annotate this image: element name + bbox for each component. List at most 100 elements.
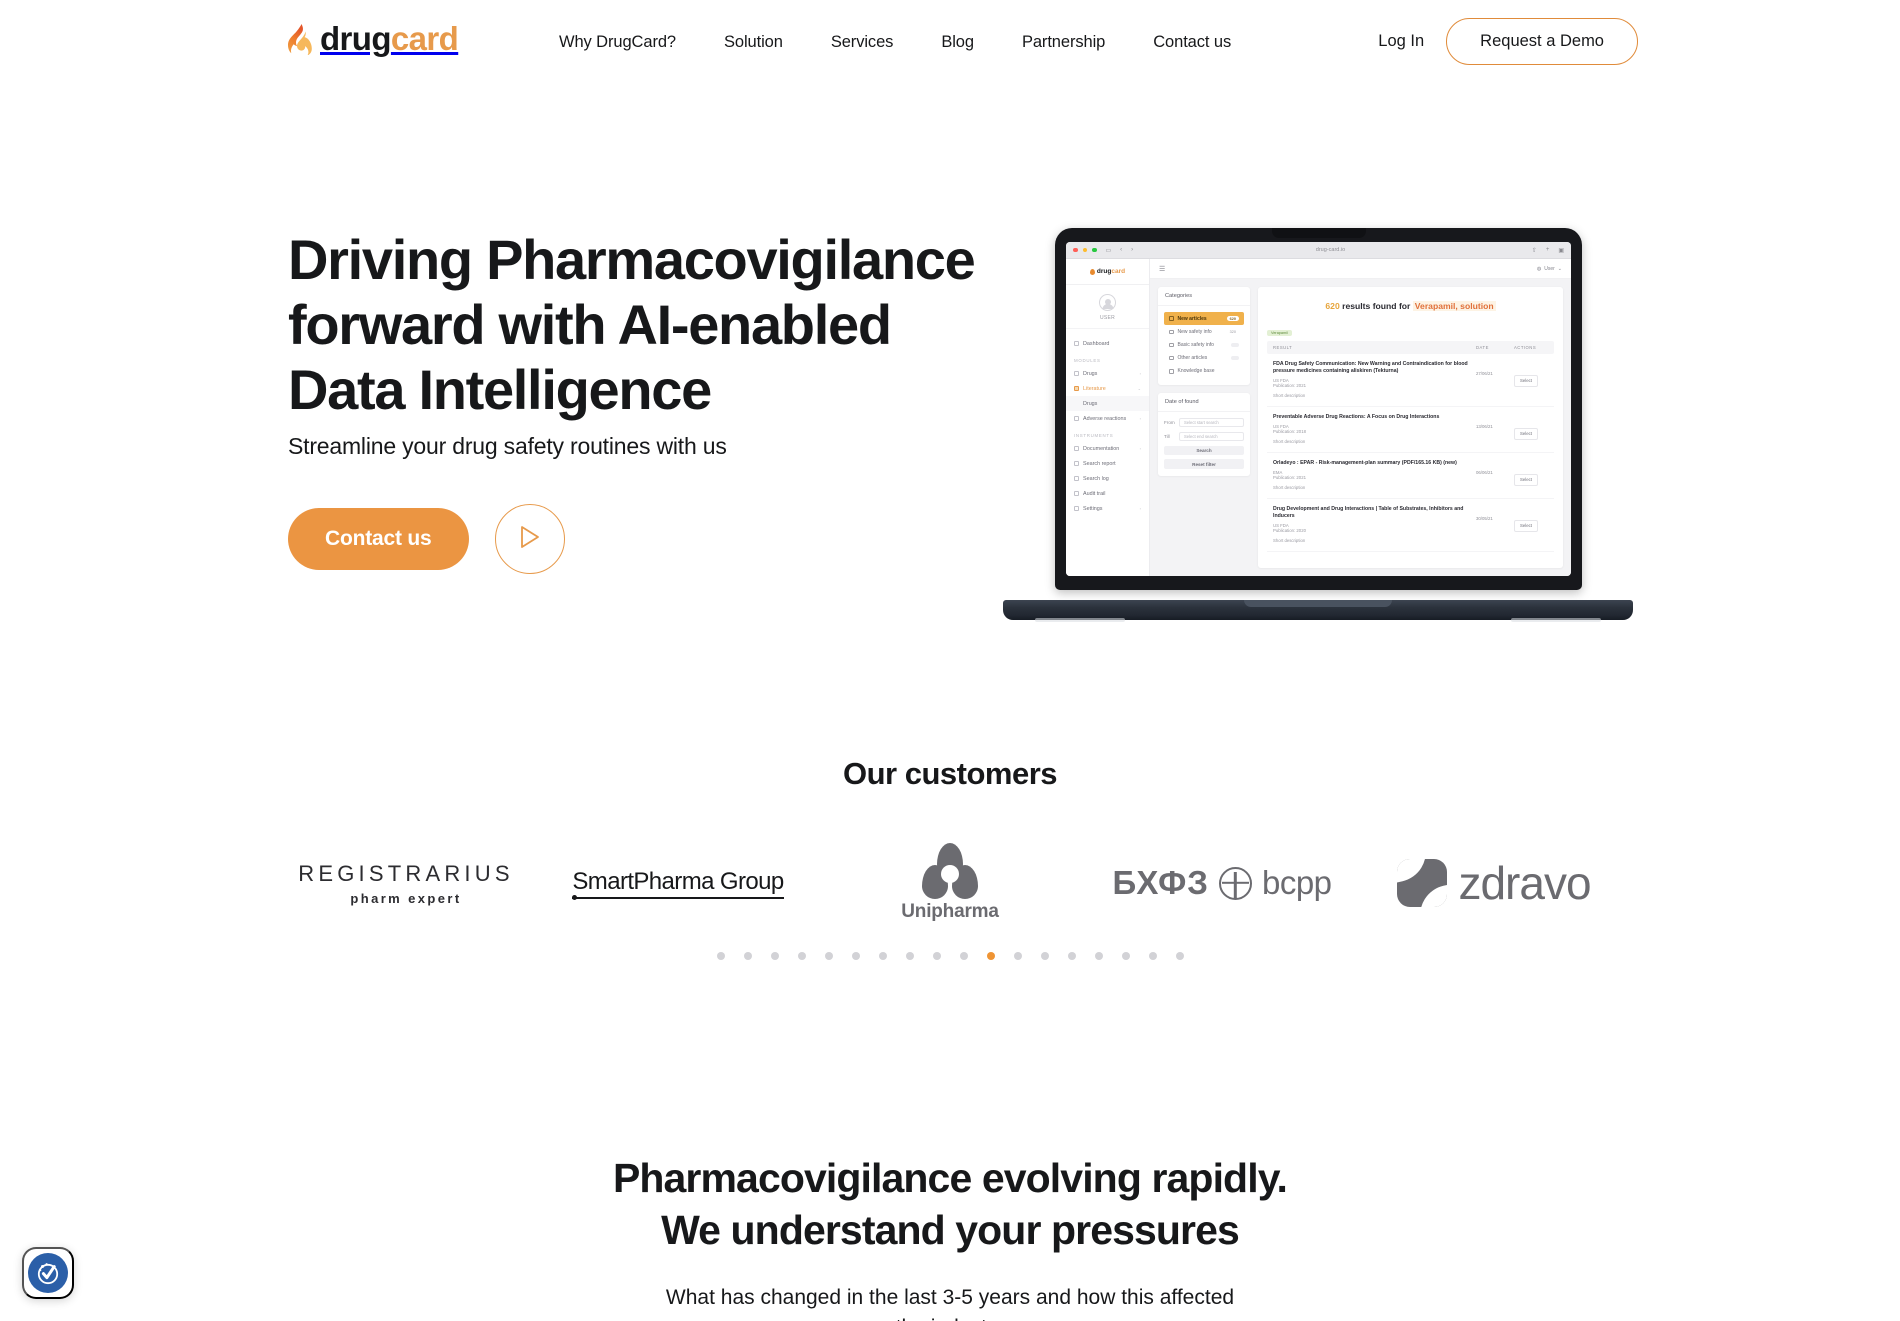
customer-logo-registrarius[interactable]: REGISTRARIUS pharm expert [270,838,542,928]
hero-contact-us-button[interactable]: Contact us [288,507,469,570]
sidebar-toggle-icon[interactable]: ▭ [1106,247,1112,254]
sidebar-item-documentation[interactable]: Documentation › [1066,441,1149,456]
carousel-dot[interactable] [851,952,860,960]
search-button[interactable]: Search [1164,445,1244,456]
chevron-right-icon: › [1139,371,1141,376]
customer-logo-bcpp[interactable]: БХФЗ bcpp [1086,838,1358,928]
result-title[interactable]: Preventable Adverse Drug Reactions: A Fo… [1273,414,1476,421]
customers-section: Our customers REGISTRARIUS pharm expert … [0,756,1900,960]
category-new-articles[interactable]: New articles 620 [1164,312,1244,326]
carousel-dot[interactable] [797,952,806,960]
carousel-dot[interactable] [824,952,833,960]
carousel-dot[interactable] [770,952,779,960]
carousel-dot[interactable] [1067,952,1076,960]
category-knowledge-base[interactable]: Knowledge base [1164,365,1244,378]
carousel-dot[interactable] [1040,952,1049,960]
carousel-dot[interactable] [1121,952,1130,960]
from-date-input[interactable]: Select start search [1179,417,1244,427]
drugs-icon [1074,371,1079,376]
results-count: 620 [1325,301,1340,311]
category-basic-safety-info[interactable]: Basic safety info [1164,338,1244,351]
till-date-input[interactable]: Select end search [1179,431,1244,441]
result-cell: Orladeyo : EPAR - Risk-management-plan s… [1273,460,1476,490]
app-user-menu[interactable]: ◍ User ⌄ [1537,266,1562,272]
window-close-icon[interactable] [1073,247,1078,253]
search-report-icon [1074,461,1079,466]
accessibility-widget[interactable] [22,1247,74,1299]
window-maximize-icon[interactable] [1092,247,1097,253]
chevron-right-icon: › [1139,416,1141,421]
results-filter-tag[interactable]: Verapamil [1267,329,1292,337]
carousel-dot[interactable] [878,952,887,960]
filters-column: Categories New articles 620 New safety in… [1158,287,1250,568]
landing-page: drugcard Why DrugCard? Solution Services… [0,0,1900,1321]
sidebar-item-drugs[interactable]: Drugs › [1066,366,1149,381]
table-row[interactable]: FDA Drug Safety Communication: New Warni… [1267,354,1554,408]
carousel-dot[interactable] [716,952,725,960]
forward-icon[interactable]: › [1131,247,1133,253]
carousel-dot[interactable] [932,952,941,960]
tabs-overview-icon[interactable]: ▣ [1558,247,1564,254]
share-icon[interactable]: ⇧ [1532,247,1537,254]
result-title[interactable]: FDA Drug Safety Communication: New Warni… [1273,361,1476,375]
window-minimize-icon[interactable] [1082,247,1087,253]
category-label: Basic safety info [1177,341,1214,348]
sidebar-item-literature[interactable]: Literature ⌄ [1066,381,1149,396]
sidebar-item-label: Audit trail [1083,490,1106,497]
categories-list: New articles 620 New safety info 320 Basic… [1158,306,1250,385]
carousel-dot[interactable] [1013,952,1022,960]
reset-filter-button[interactable]: Reset filter [1164,459,1244,469]
hero-copy: Driving Pharmacovigilance forward with A… [288,228,988,574]
select-button[interactable]: Select [1514,374,1538,387]
col-date: DATE [1476,345,1489,351]
result-publication: Publication: 2018 [1273,429,1306,435]
app-sidebar-user[interactable]: USER [1066,285,1149,329]
new-tab-icon[interactable]: + [1546,247,1550,253]
result-title[interactable]: Orladeyo : EPAR - Risk-management-plan s… [1273,460,1476,467]
app-window: drugcard USER Dashboard MODULES Drugs › L… [1066,259,1571,576]
result-title[interactable]: Drug Development and Drug Interactions |… [1273,506,1476,520]
sidebar-item-adverse-reactions[interactable]: Adverse reactions › [1066,411,1149,426]
evolving-section: Pharmacovigilance evolving rapidly. We u… [0,1152,1900,1321]
app-sidebar-logo[interactable]: drugcard [1066,259,1149,285]
carousel-dot[interactable] [1094,952,1103,960]
result-date: 13/06/21 [1476,424,1493,430]
sidebar-item-search-report[interactable]: Search report [1066,456,1149,471]
play-video-button[interactable] [494,503,565,574]
chevron-right-icon: › [1139,446,1141,451]
carousel-dot[interactable] [1148,952,1157,960]
sidebar-subitem-drugs[interactable]: Drugs [1066,396,1149,411]
result-publication: Publication: 2021 [1273,383,1306,389]
select-button[interactable]: Select [1514,427,1538,440]
table-row[interactable]: Orladeyo : EPAR - Risk-management-plan s… [1267,453,1554,500]
sidebar-item-audit-trail[interactable]: Audit trail [1066,486,1149,501]
carousel-dot[interactable] [959,952,968,960]
col-actions: ACTIONS [1514,345,1537,351]
customer-logo-unipharma[interactable]: Unipharma [814,838,1086,928]
laptop-notch [1271,228,1366,238]
date-filter-body: From Select start search Till Select end… [1158,412,1250,476]
browser-url[interactable]: drug-card.io [1138,247,1523,253]
carousel-dot[interactable] [743,952,752,960]
category-other-articles[interactable]: Other articles [1164,352,1244,365]
app-topbar: ☰ ◍ User ⌄ [1150,259,1571,279]
back-icon[interactable]: ‹ [1120,247,1122,253]
chevron-right-icon: › [1139,506,1141,511]
select-button[interactable]: Select [1514,519,1538,532]
select-button[interactable]: Select [1514,473,1538,486]
sidebar-item-search-log[interactable]: Search log [1066,471,1149,486]
app-main: ☰ ◍ User ⌄ Categories New articles 620 N… [1150,259,1571,576]
hamburger-menu-icon[interactable]: ☰ [1159,265,1165,273]
carousel-dot[interactable] [986,952,995,960]
table-row[interactable]: Preventable Adverse Drug Reactions: A Fo… [1267,407,1554,454]
carousel-dot[interactable] [905,952,914,960]
carousel-dot[interactable] [1175,952,1184,960]
customer-logo-smartpharma-group[interactable]: SmartPharma Group [542,838,814,928]
sidebar-item-dashboard[interactable]: Dashboard [1066,336,1149,351]
table-row[interactable]: Drug Development and Drug Interactions |… [1267,499,1554,553]
category-new-safety-info[interactable]: New safety info 320 [1164,325,1244,338]
results-query: Verapamil, solution [1412,301,1496,311]
sidebar-item-settings[interactable]: Settings › [1066,501,1149,516]
customer-logo-zdravo[interactable]: zdravo [1358,838,1630,928]
result-cell: Preventable Adverse Drug Reactions: A Fo… [1273,414,1476,444]
